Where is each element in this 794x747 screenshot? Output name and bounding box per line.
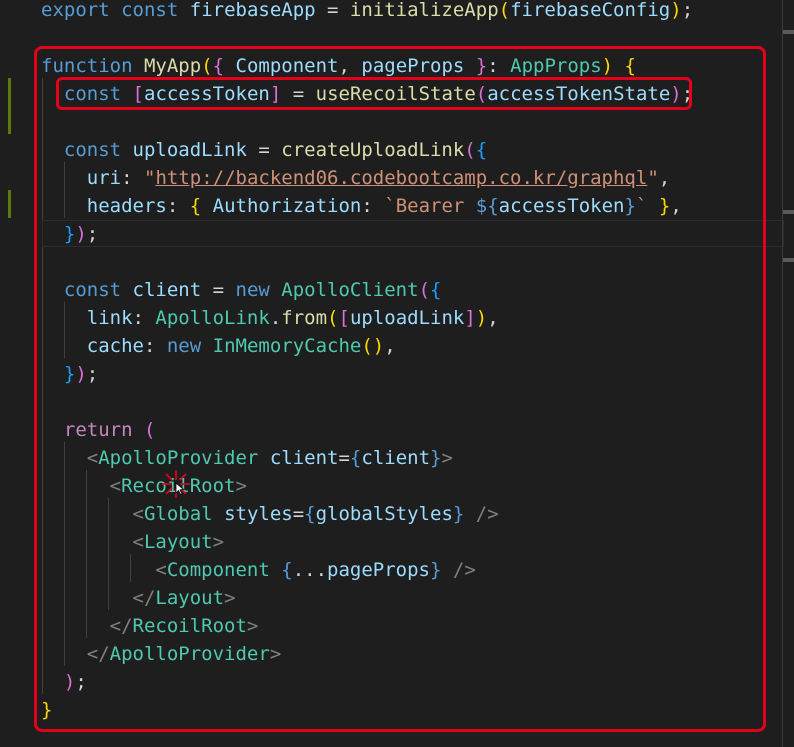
code-token: ( (498, 0, 511, 21)
code-token: firebaseApp (189, 0, 316, 21)
git-change-marker (8, 78, 11, 134)
scrollbar-marker (783, 210, 794, 214)
scrollbar-track[interactable] (782, 0, 783, 747)
code-token: = (315, 0, 350, 21)
code-token: ; (681, 0, 694, 21)
code-token: const (121, 0, 179, 21)
code-token: firebaseConfig (510, 0, 671, 21)
git-change-marker (8, 190, 11, 218)
highlight-box-function (34, 46, 766, 732)
code-token: export (41, 0, 110, 21)
highlight-box-access-token (56, 77, 692, 110)
code-token: ) (670, 0, 682, 21)
code-line[interactable]: export const firebaseApp = initializeApp… (41, 0, 693, 24)
code-editor[interactable]: export const firebaseApp = initializeApp… (0, 0, 794, 747)
mouse-pointer-icon (162, 470, 190, 498)
code-token: initializeApp (349, 0, 499, 21)
scrollbar-marker (783, 258, 794, 262)
scrollbar-marker (783, 30, 794, 34)
